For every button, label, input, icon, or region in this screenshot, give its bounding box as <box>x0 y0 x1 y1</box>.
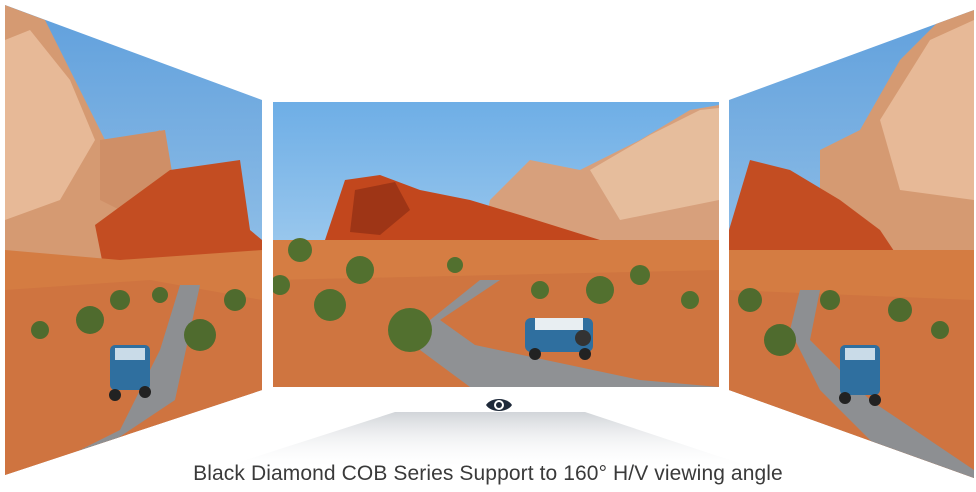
viewing-angle-illustration: Black Diamond COB Series Support to 160°… <box>0 0 976 492</box>
viewing-angle-caption: Black Diamond COB Series Support to 160°… <box>193 462 783 485</box>
right-screen-panel <box>729 10 974 478</box>
eye-icon <box>486 399 512 411</box>
